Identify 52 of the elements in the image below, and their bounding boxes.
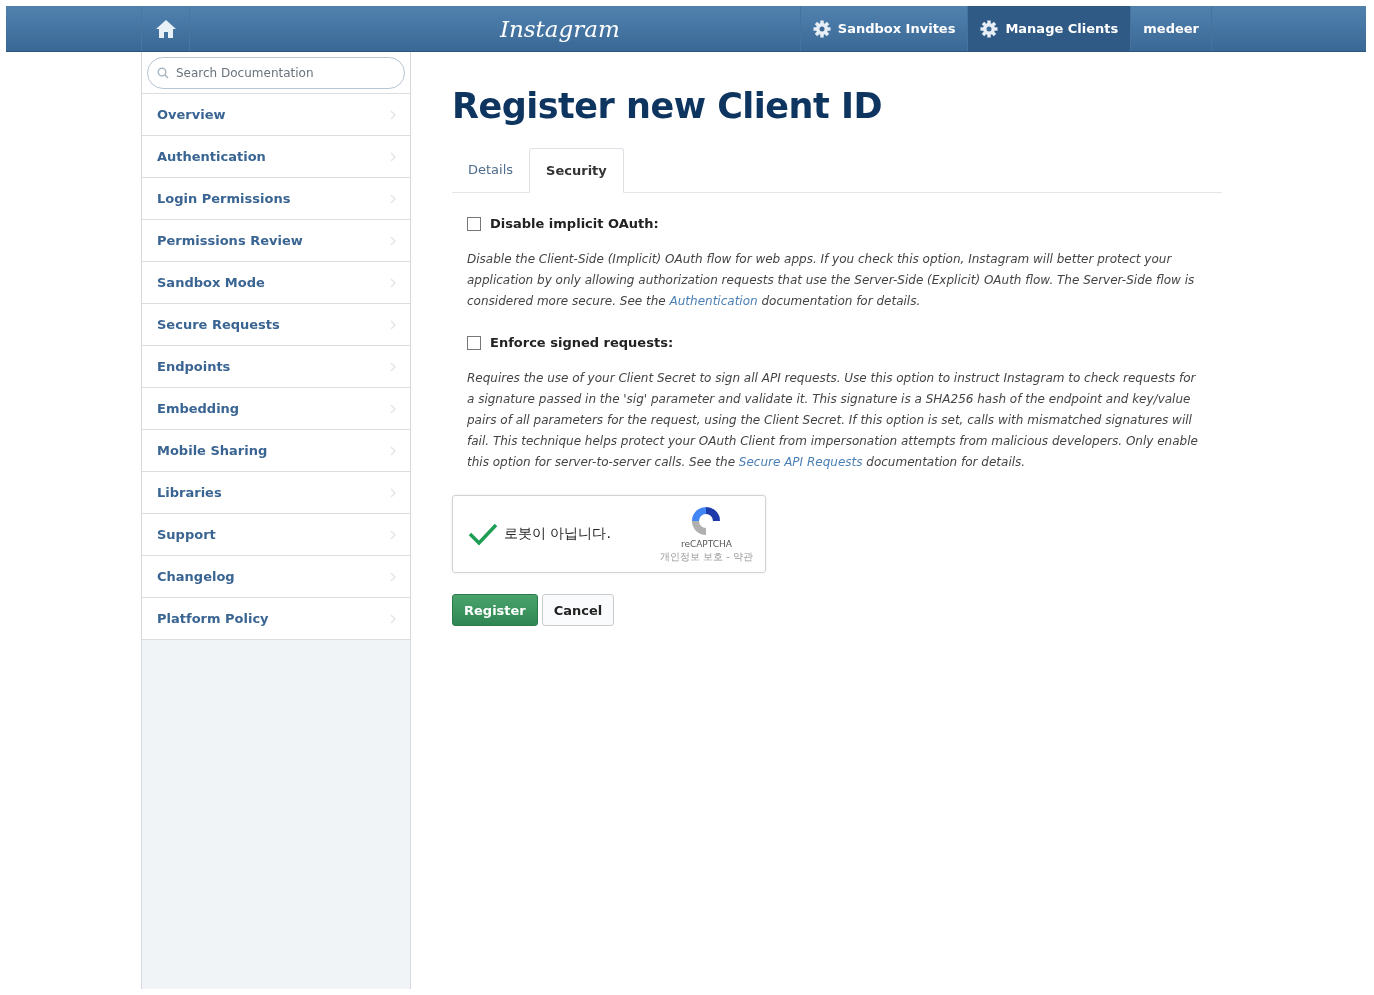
sidebar-item[interactable]: Secure Requests [142,304,410,346]
sidebar-item[interactable]: Endpoints [142,346,410,388]
tab[interactable]: Security [529,148,624,193]
chevron-icon [390,487,396,498]
captcha-brand: reCAPTCHA [680,539,732,549]
nav-link[interactable]: medeer [1130,6,1212,51]
home-link[interactable] [141,6,190,51]
sidebar-item[interactable]: Sandbox Mode [142,262,410,304]
sidebar-item[interactable]: Authentication [142,136,410,178]
cancel-button[interactable]: Cancel [541,594,615,626]
chevron-icon [390,277,396,288]
checkmark-icon [468,522,498,546]
search-field[interactable]: Search Documentation [147,57,405,89]
option-label: Disable implicit OAuth: [490,216,659,231]
chevron-icon [390,193,396,204]
chevron-icon [390,613,396,624]
chevron-icon [390,319,396,330]
logo[interactable]: Instagram [499,15,620,42]
chevron-icon [390,151,396,162]
option-label: Enforce signed requests: [490,335,674,350]
sidebar-item[interactable]: Platform Policy [142,598,410,640]
sidebar-item[interactable]: Mobile Sharing [142,430,410,472]
sidebar-item[interactable]: Overview [142,94,410,136]
home-icon [154,18,177,39]
gear-icon [980,19,999,38]
sidebar-item[interactable]: Support [142,514,410,556]
checkbox[interactable] [467,335,481,350]
captcha-label: 로봇이 아닙니다. [504,525,611,543]
sidebar-item[interactable]: Embedding [142,388,410,430]
chevron-icon [390,445,396,456]
captcha-footer-link[interactable]: 개인정보 보호 - 약관 [659,550,753,564]
description: Disable the Client-Side (Implicit) OAuth flow for web apps. If you check this option, Instagram will better protect your application by only allowing authorization requests that use the Server-Side (Explicit) OAuth flow. The Server-Side flow is considered more secure. See the Authentication documentation for details. [467,251,1196,310]
sidebar-item[interactable]: Changelog [142,556,410,598]
chevron-icon [390,529,396,540]
chevron-icon [390,403,396,414]
gear-icon [812,19,831,38]
captcha-checkbox[interactable] [468,522,498,546]
register-button[interactable]: Register [452,594,538,626]
tab[interactable]: Details [452,148,530,192]
sidebar-item[interactable]: Libraries [142,472,410,514]
nav-link[interactable]: Manage Clients [967,6,1131,51]
chevron-icon [390,361,396,372]
chevron-icon [390,109,396,120]
doc-link[interactable]: Authentication [669,294,758,308]
page-title: Register new Client ID [452,86,883,126]
sidebar-item[interactable]: Permissions Review [142,220,410,262]
doc-link[interactable]: Secure API Requests [738,455,863,469]
chevron-icon [390,571,396,582]
chevron-icon [390,235,396,246]
checkbox[interactable] [467,216,481,231]
description: Requires the use of your Client Secret to sign all API requests. Use this option to instruct Instagram to check requests for a signature passed in the 'sig' parameter and validate it. This signature is a SHA256 hash of the endpoint and key/value pairs of all parameters for the request, using the Client Secret. If this option is set, calls with mismatched signatures will fail. This technique helps protect your OAuth Client from impersonation attempts from malicious developers. Only enable this option for server-to-server calls. See the Secure API Requests documentation for details. [467,370,1199,471]
sidebar-item[interactable]: Login Permissions [142,178,410,220]
